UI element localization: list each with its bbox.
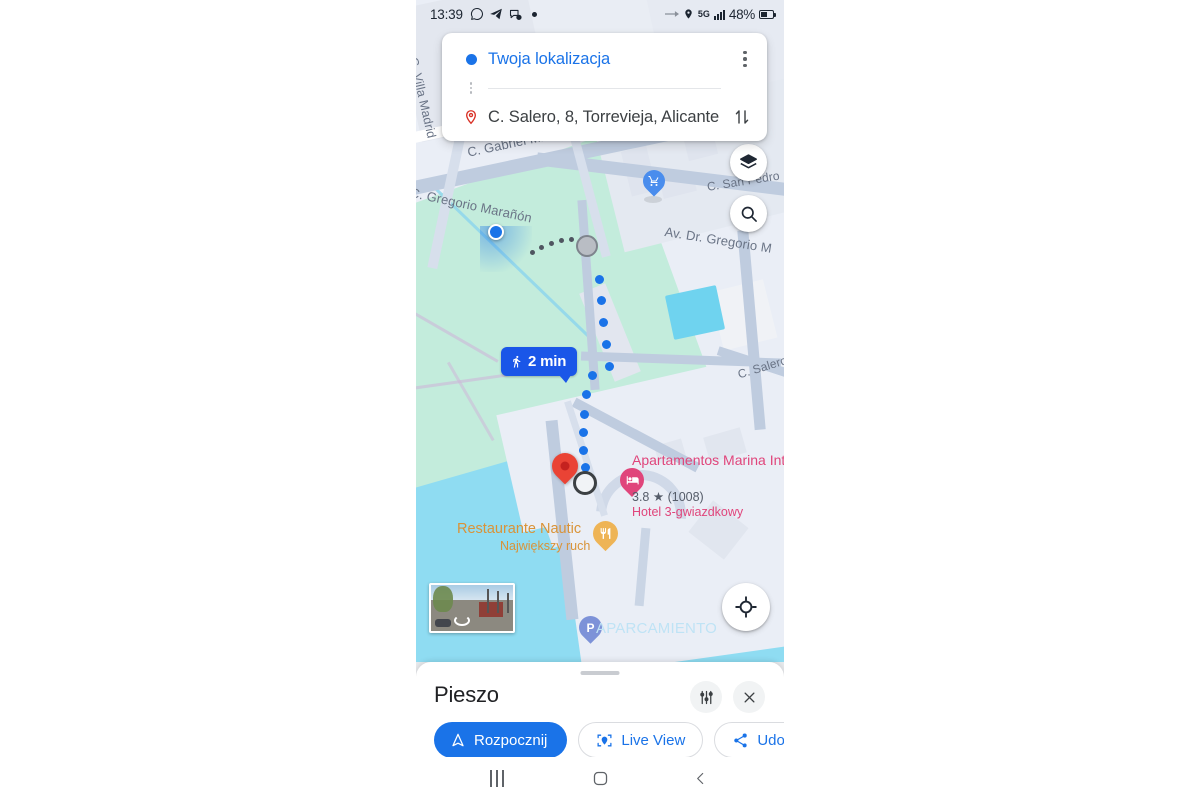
star-icon: ★ bbox=[652, 490, 665, 504]
route-dot bbox=[597, 296, 606, 305]
start-navigation-label: Rozpocznij bbox=[474, 731, 548, 749]
sv-pole bbox=[497, 591, 499, 613]
destination-row[interactable]: C. Salero, 8, Torrevieja, Alicante bbox=[442, 97, 767, 137]
live-view-icon bbox=[596, 732, 613, 749]
swap-vertical-icon[interactable] bbox=[727, 107, 757, 127]
sv-building bbox=[479, 602, 503, 617]
poi-aparcamiento-label: APARCAMIENTO bbox=[596, 620, 718, 637]
user-location-dot bbox=[488, 224, 504, 240]
close-x-icon bbox=[742, 690, 757, 705]
sv-pole bbox=[507, 593, 509, 613]
tune-sliders-icon bbox=[698, 689, 715, 706]
route-dash bbox=[549, 241, 554, 246]
blue-dot-icon bbox=[458, 53, 484, 65]
bottom-sheet[interactable]: Pieszo Rozpocznij Live View Udo bbox=[416, 662, 784, 758]
live-view-label: Live View bbox=[621, 731, 686, 749]
poi-shadow bbox=[644, 196, 662, 203]
recents-button[interactable] bbox=[467, 757, 527, 800]
status-time: 13:39 bbox=[430, 6, 463, 22]
route-dot bbox=[582, 390, 591, 399]
share-icon bbox=[732, 732, 749, 749]
phone-viewport: C. Villa Madrid C. Gabriel Miro C. Grego… bbox=[416, 0, 784, 800]
route-dash bbox=[539, 245, 544, 250]
status-bar: 13:39 5G 48% bbox=[416, 0, 784, 28]
route-connector bbox=[442, 79, 767, 97]
sv-tree bbox=[433, 586, 453, 612]
sv-pole bbox=[487, 589, 489, 613]
street-view-thumbnail[interactable] bbox=[429, 583, 515, 633]
eta-badge: 2 min bbox=[501, 347, 578, 383]
street-view-rotate-icon bbox=[454, 615, 470, 626]
share-label: Udostę bbox=[757, 731, 784, 749]
whatsapp-icon bbox=[470, 7, 484, 21]
connector-dots bbox=[458, 82, 484, 94]
sheet-drag-handle[interactable] bbox=[580, 671, 620, 675]
route-search-card: Twoja lokalizacja C. Salero, 8, Torrevie… bbox=[442, 33, 767, 141]
destination-label[interactable]: C. Salero, 8, Torrevieja, Alicante bbox=[484, 108, 727, 127]
live-view-button[interactable]: Live View bbox=[578, 722, 704, 758]
walking-person-icon bbox=[510, 354, 523, 369]
route-dash bbox=[559, 238, 564, 243]
route-dot bbox=[602, 340, 611, 349]
status-right-icons: 5G 48% bbox=[664, 6, 777, 22]
recenter-button[interactable] bbox=[722, 583, 770, 631]
location-pin-icon bbox=[683, 7, 694, 21]
route-dot bbox=[588, 371, 597, 380]
route-dash bbox=[530, 250, 535, 255]
network-type-label: 5G bbox=[697, 9, 710, 19]
route-dot bbox=[579, 428, 588, 437]
signal-bars-icon bbox=[713, 9, 725, 20]
android-nav-bar bbox=[416, 757, 784, 800]
map-search-button[interactable] bbox=[730, 195, 767, 232]
origin-label[interactable]: Twoja lokalizacja bbox=[484, 50, 733, 69]
battery-icon bbox=[759, 9, 777, 19]
route-dot bbox=[595, 275, 604, 284]
route-dot bbox=[579, 446, 588, 455]
layers-icon bbox=[738, 152, 759, 173]
poi-apartamentos-rating: 3.8 ★ (1008) bbox=[632, 489, 704, 504]
home-button[interactable] bbox=[570, 757, 630, 800]
route-options-button[interactable] bbox=[690, 681, 722, 713]
poi-restaurant-subtitle: Największy ruch bbox=[500, 539, 591, 553]
close-button[interactable] bbox=[733, 681, 765, 713]
route-waypoint bbox=[576, 235, 598, 257]
poi-apartamentos-name[interactable]: Apartamentos Marina Internacional bbox=[632, 452, 784, 468]
red-place-pin-icon bbox=[458, 108, 484, 126]
back-button[interactable] bbox=[670, 757, 730, 800]
start-navigation-button[interactable]: Rozpocznij bbox=[434, 722, 568, 758]
action-buttons-row: Rozpocznij Live View Udo bbox=[434, 722, 784, 758]
travel-mode-title: Pieszo bbox=[434, 682, 499, 707]
search-icon bbox=[739, 204, 759, 224]
navigation-arrow-icon bbox=[450, 732, 466, 748]
route-dot bbox=[599, 318, 608, 327]
map-layers-button[interactable] bbox=[730, 144, 767, 181]
kebab-menu-icon[interactable] bbox=[733, 50, 757, 68]
route-dot bbox=[605, 362, 614, 371]
share-button[interactable]: Udostę bbox=[714, 722, 784, 758]
battery-percent-label: 48% bbox=[728, 6, 755, 22]
sv-car bbox=[435, 619, 451, 627]
eta-text: 2 min bbox=[528, 353, 567, 370]
arrow-indicator-icon bbox=[664, 9, 679, 19]
route-dot bbox=[580, 410, 589, 419]
rating-value: 3.8 bbox=[632, 490, 650, 504]
route-endpoint bbox=[573, 471, 597, 495]
telegram-icon bbox=[489, 7, 503, 21]
my-location-icon bbox=[734, 595, 758, 619]
route-dash bbox=[569, 237, 574, 242]
screenshot-canvas: C. Villa Madrid C. Gabriel Miro C. Grego… bbox=[0, 0, 1200, 800]
review-count: (1008) bbox=[667, 490, 704, 504]
home-square-icon bbox=[592, 770, 609, 787]
messenger-icon bbox=[508, 7, 523, 22]
status-notification-icons bbox=[470, 7, 537, 22]
poi-restaurant-name[interactable]: Restaurante Nautic bbox=[457, 521, 581, 537]
dot-indicator bbox=[531, 11, 537, 17]
origin-row[interactable]: Twoja lokalizacja bbox=[442, 39, 767, 79]
divider bbox=[488, 87, 721, 89]
poi-apartamentos-category: Hotel 3-gwiazdkowy bbox=[632, 505, 744, 519]
back-chevron-icon bbox=[693, 769, 708, 788]
swimming-pool bbox=[664, 285, 726, 340]
recents-bars-icon bbox=[490, 770, 504, 787]
